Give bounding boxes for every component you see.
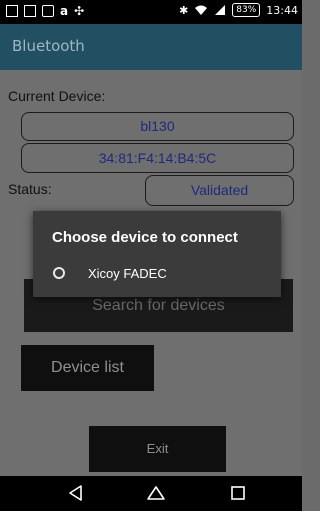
- back-icon[interactable]: [66, 483, 86, 503]
- bluetooth-icon: ✱: [179, 3, 189, 17]
- choose-device-dialog: Choose device to connect Xicoy FADEC: [33, 211, 281, 297]
- status-right-icons: ✱ 83% 13:44: [179, 3, 298, 17]
- clock: 13:44: [266, 3, 298, 17]
- mail-icon: [42, 5, 54, 17]
- device-option-label: Xicoy FADEC: [88, 265, 167, 281]
- app-tools-icon: ✣: [74, 4, 85, 18]
- device-address-field: 34:81:F4:14:B4:5C: [21, 143, 294, 173]
- image-icon: [6, 5, 18, 17]
- dialog-title: Choose device to connect: [52, 229, 238, 246]
- device-name-field: bl130: [21, 112, 294, 141]
- signal-icon: [215, 5, 226, 15]
- exit-button[interactable]: Exit: [89, 426, 226, 472]
- screen-icon: [24, 5, 36, 17]
- app-title: Bluetooth: [12, 37, 85, 55]
- status-value: Validated: [145, 175, 294, 206]
- status-label: Status:: [8, 181, 52, 197]
- status-bar: a ✣ ✱ 83% 13:44: [0, 0, 302, 24]
- device-option-xicoy-fadec[interactable]: Xicoy FADEC: [53, 263, 167, 283]
- current-device-label: Current Device:: [8, 88, 106, 104]
- app-a-icon: a: [60, 4, 69, 18]
- status-left-icons: a ✣: [6, 4, 84, 18]
- battery-indicator: 83%: [232, 3, 261, 17]
- navigation-bar: [0, 476, 302, 511]
- device-list-button[interactable]: Device list: [21, 345, 154, 391]
- wifi-icon: [195, 5, 208, 15]
- recents-icon[interactable]: [228, 483, 248, 503]
- home-icon[interactable]: [146, 483, 166, 503]
- app-bar: Bluetooth: [0, 24, 302, 70]
- radio-button[interactable]: [53, 267, 65, 279]
